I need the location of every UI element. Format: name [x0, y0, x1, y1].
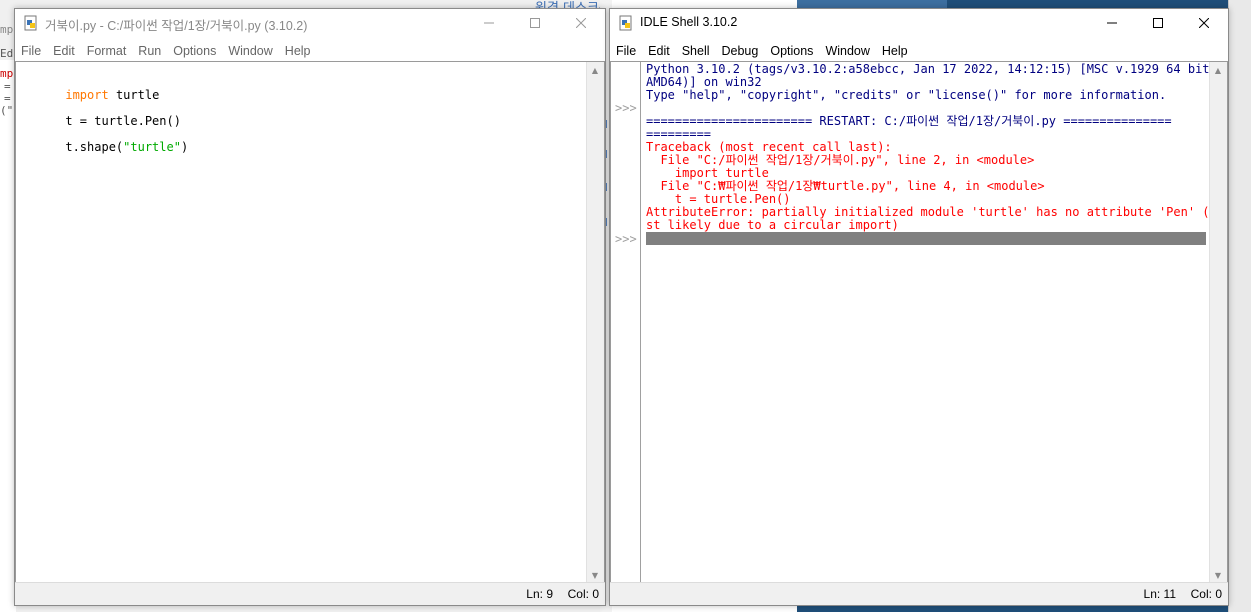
menu-options[interactable]: Options: [167, 41, 222, 61]
close-icon: [576, 18, 586, 28]
menu-help[interactable]: Help: [876, 41, 914, 61]
shell-text-area[interactable]: >>> >>> Python 3.10.2 (tags/v3.10.2:a58e…: [610, 61, 1228, 584]
scroll-down-icon[interactable]: ▼: [1213, 570, 1223, 580]
maximize-button[interactable]: [512, 9, 558, 37]
maximize-icon: [1153, 18, 1163, 28]
shell-output-line: ======================= RESTART: C:/파이썬 …: [646, 114, 1172, 128]
background-right-window: [1228, 0, 1251, 612]
shell-window: IDLE Shell 3.10.2 File Edit Shell Debug …: [609, 8, 1229, 606]
editor-title: 거북이.py - C:/파이썬 작업/1장/거북이.py (3.10.2): [45, 19, 308, 33]
editor-statusbar: Ln: 9 Col: 0: [15, 582, 605, 605]
input-line[interactable]: [646, 232, 1206, 245]
menu-run[interactable]: Run: [132, 41, 167, 61]
editor-menubar: File Edit Format Run Options Window Help: [15, 41, 605, 61]
menu-window[interactable]: Window: [819, 41, 875, 61]
shell-prompt: >>>: [615, 101, 637, 115]
code-token: "turtle": [123, 140, 181, 154]
column-number-status: Col: 0: [1190, 587, 1222, 601]
menu-debug[interactable]: Debug: [716, 41, 765, 61]
shell-error-line: st likely due to a circular import): [646, 218, 899, 232]
column-number-status: Col: 0: [567, 587, 599, 601]
editor-titlebar[interactable]: 거북이.py - C:/파이썬 작업/1장/거북이.py (3.10.2): [15, 9, 605, 37]
scroll-up-icon[interactable]: ▲: [590, 65, 600, 75]
menu-edit[interactable]: Edit: [47, 41, 81, 61]
editor-scrollbar[interactable]: ▲ ▼: [586, 62, 604, 583]
close-button[interactable]: [1181, 9, 1227, 37]
shell-prompt: >>>: [615, 232, 637, 246]
menu-edit[interactable]: Edit: [642, 41, 676, 61]
menu-help[interactable]: Help: [279, 41, 317, 61]
code-token: t.shape(: [65, 140, 124, 154]
scroll-down-icon[interactable]: ▼: [590, 570, 600, 580]
menu-window[interactable]: Window: [222, 41, 278, 61]
menu-file[interactable]: File: [15, 41, 47, 61]
shell-scrollbar[interactable]: ▲ ▼: [1209, 62, 1227, 583]
minimize-icon: [1107, 22, 1117, 24]
shell-title: IDLE Shell 3.10.2: [640, 15, 738, 29]
code-token: ): [180, 140, 189, 154]
editor-window: 거북이.py - C:/파이썬 작업/1장/거북이.py (3.10.2) Fi…: [14, 8, 606, 606]
menu-shell[interactable]: Shell: [676, 41, 716, 61]
python-file-icon: [24, 15, 37, 31]
shell-statusbar: Ln: 11 Col: 0: [610, 582, 1228, 605]
menu-format[interactable]: Format: [81, 41, 133, 61]
line-number-status: Ln: 11: [1143, 587, 1176, 601]
menu-options[interactable]: Options: [764, 41, 819, 61]
shell-menubar: File Edit Shell Debug Options Window Hel…: [610, 41, 1228, 61]
prompt-gutter: [611, 62, 641, 583]
maximize-button[interactable]: [1135, 9, 1181, 37]
minimize-button[interactable]: [1089, 9, 1135, 37]
minimize-button[interactable]: [466, 9, 512, 37]
menu-file[interactable]: File: [610, 41, 642, 61]
background-fragment: mp: [0, 23, 14, 36]
background-fragment: mp: [0, 67, 14, 80]
python-file-icon: [619, 15, 632, 31]
close-icon: [1199, 18, 1209, 28]
maximize-icon: [530, 18, 540, 28]
close-button[interactable]: [558, 9, 604, 37]
minimize-icon: [484, 22, 494, 24]
scroll-up-icon[interactable]: ▲: [1213, 65, 1223, 75]
line-number-status: Ln: 9: [526, 587, 553, 601]
editor-text-area[interactable]: import turtle t = turtle.Pen() t.shape("…: [15, 61, 605, 584]
code-line: t.shape("turtle"): [22, 126, 188, 168]
shell-titlebar[interactable]: IDLE Shell 3.10.2: [610, 9, 1228, 37]
shell-output-line: Type "help", "copyright", "credits" or "…: [646, 88, 1167, 102]
